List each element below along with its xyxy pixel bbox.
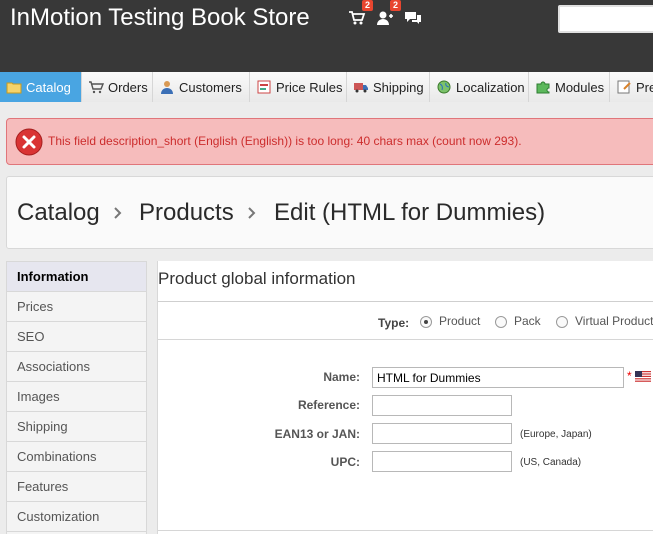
error-alert: This field description_short (English (E… xyxy=(6,118,653,165)
product-tabs-sidebar: Information Prices SEO Associations Imag… xyxy=(6,261,147,534)
sidebar-item-seo[interactable]: SEO xyxy=(7,322,146,352)
sidebar-item-prices[interactable]: Prices xyxy=(7,292,146,322)
truck-icon xyxy=(353,80,369,94)
top-header-bar: InMotion Testing Book Store 2 2 xyxy=(0,0,653,72)
type-product-label[interactable]: Product xyxy=(439,314,480,328)
type-product-radio[interactable] xyxy=(420,316,432,328)
tab-label: Pre xyxy=(636,79,653,95)
required-marker: * xyxy=(627,369,632,383)
tab-label: Price Rules xyxy=(276,79,343,95)
shop-title[interactable]: InMotion Testing Book Store xyxy=(10,4,310,32)
user-icon xyxy=(159,80,175,94)
type-pack-label[interactable]: Pack xyxy=(514,314,541,328)
customers-count-badge: 2 xyxy=(390,0,402,11)
preferences-icon xyxy=(616,80,632,94)
customers-notification-icon[interactable] xyxy=(376,10,394,26)
tab-preferences[interactable]: Pre xyxy=(610,72,653,102)
orders-notification-icon[interactable] xyxy=(348,10,366,26)
product-type-row: Type: Product Pack Virtual Product xyxy=(158,313,653,335)
name-label: Name: xyxy=(323,370,360,384)
sidebar-item-associations[interactable]: Associations xyxy=(7,352,146,382)
breadcrumb: Catalog Products Edit (HTML for Dummies) xyxy=(6,176,653,249)
type-pack-radio[interactable] xyxy=(495,316,507,328)
sidebar-item-images[interactable]: Images xyxy=(7,382,146,412)
error-message: This field description_short (English (E… xyxy=(48,134,522,148)
orders-count-badge: 2 xyxy=(362,0,374,11)
upc-hint: (US, Canada) xyxy=(520,457,582,468)
price-tag-icon xyxy=(256,80,272,94)
tab-label: Customers xyxy=(179,79,242,95)
folder-icon xyxy=(6,80,22,94)
upc-input[interactable] xyxy=(372,451,512,472)
product-form-panel: Product global information Type: Product… xyxy=(157,261,653,534)
sidebar-item-shipping[interactable]: Shipping xyxy=(7,412,146,442)
breadcrumb-catalog[interactable]: Catalog xyxy=(17,199,100,227)
tab-label: Shipping xyxy=(373,79,424,95)
sidebar-item-information[interactable]: Information xyxy=(7,262,146,292)
ean13-label: EAN13 or JAN: xyxy=(274,427,360,441)
tab-catalog[interactable]: Catalog xyxy=(0,72,82,102)
ean13-input[interactable] xyxy=(372,423,512,444)
cart-icon xyxy=(88,80,105,94)
tab-customers[interactable]: Customers xyxy=(153,72,250,102)
divider xyxy=(158,530,653,531)
tab-orders[interactable]: Orders xyxy=(82,72,153,102)
us-flag-icon[interactable] xyxy=(635,371,651,382)
tab-label: Orders xyxy=(108,79,148,95)
sidebar-item-combinations[interactable]: Combinations xyxy=(7,442,146,472)
divider xyxy=(158,301,653,302)
puzzle-icon xyxy=(535,80,551,94)
tab-price-rules[interactable]: Price Rules xyxy=(250,72,347,102)
breadcrumb-current-page: Edit (HTML for Dummies) xyxy=(274,199,546,226)
reference-input[interactable] xyxy=(372,395,512,416)
sidebar-item-features[interactable]: Features xyxy=(7,472,146,502)
tab-shipping[interactable]: Shipping xyxy=(347,72,430,102)
type-virtual-product-label[interactable]: Virtual Product xyxy=(575,314,653,328)
error-icon xyxy=(15,128,43,156)
ean13-hint: (Europe, Japan) xyxy=(520,429,592,440)
sidebar-item-customization[interactable]: Customization xyxy=(7,502,146,532)
reference-label: Reference: xyxy=(297,398,360,412)
tab-label: Localization xyxy=(456,79,525,95)
tab-label: Catalog xyxy=(26,79,71,95)
upc-label: UPC: xyxy=(330,455,360,469)
type-label: Type: xyxy=(378,316,410,330)
header-search-input[interactable] xyxy=(558,5,653,33)
divider xyxy=(158,339,653,340)
type-virtual-product-radio[interactable] xyxy=(556,316,568,328)
tab-modules[interactable]: Modules xyxy=(529,72,610,102)
panel-title: Product global information xyxy=(158,269,356,288)
tab-localization[interactable]: Localization xyxy=(430,72,529,102)
chevron-right-icon xyxy=(113,207,123,219)
name-input[interactable] xyxy=(372,367,624,388)
globe-icon xyxy=(436,80,452,94)
tab-label: Modules xyxy=(555,79,605,95)
chevron-right-icon xyxy=(247,207,257,219)
breadcrumb-products[interactable]: Products xyxy=(139,199,234,227)
main-menu-tabs: Catalog Orders Customers Price Rules Shi… xyxy=(0,72,653,102)
messages-notification-icon[interactable] xyxy=(404,10,422,26)
